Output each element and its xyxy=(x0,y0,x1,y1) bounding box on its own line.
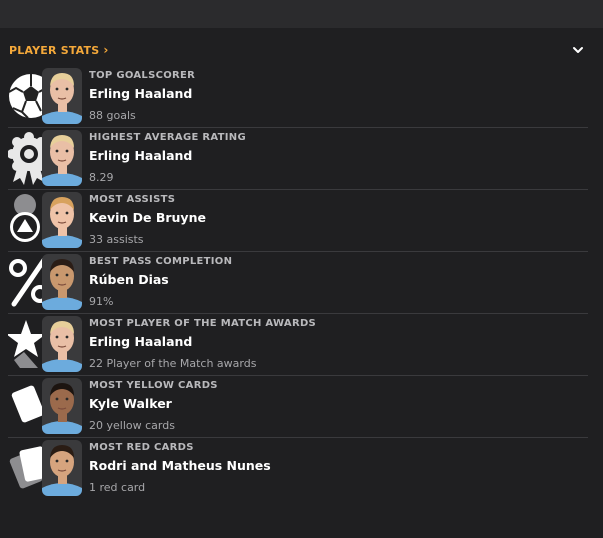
player-photo xyxy=(42,440,82,496)
stat-text: MOST YELLOW CARDS Kyle Walker 20 yellow ca… xyxy=(89,379,588,436)
stat-value: 8.29 xyxy=(89,171,114,184)
stat-text: MOST ASSISTS Kevin De Bruyne 33 assists xyxy=(89,193,588,250)
player-photo xyxy=(42,192,82,248)
stat-value: 88 goals xyxy=(89,109,136,122)
stat-value: 91% xyxy=(89,295,114,308)
stat-value: 20 yellow cards xyxy=(89,419,175,432)
player-photo xyxy=(42,68,82,124)
player-name[interactable]: Erling Haaland xyxy=(89,332,588,352)
stat-row[interactable]: MOST YELLOW CARDS Kyle Walker 20 yellow ca… xyxy=(8,376,588,438)
player-name[interactable]: Kyle Walker xyxy=(89,394,588,414)
top-bar xyxy=(0,0,603,28)
player-name[interactable]: Kevin De Bruyne xyxy=(89,208,588,228)
chevron-down-icon[interactable] xyxy=(571,42,585,56)
stat-label: HIGHEST AVERAGE RATING xyxy=(89,132,246,143)
player-name[interactable]: Rodri and Matheus Nunes xyxy=(89,456,588,476)
player-name[interactable]: Erling Haaland xyxy=(89,146,588,166)
stat-row[interactable]: BEST PASS COMPLETION Rúben Dias 91% xyxy=(8,252,588,314)
stat-row[interactable]: MOST RED CARDS Rodri and Matheus Nunes 1 r… xyxy=(8,438,588,499)
player-name[interactable]: Rúben Dias xyxy=(89,270,588,290)
player-name[interactable]: Erling Haaland xyxy=(89,84,588,104)
player-photo xyxy=(42,254,82,310)
stat-row[interactable]: TOP GOALSCORER Erling Haaland 88 goals xyxy=(8,66,588,128)
player-photo xyxy=(42,130,82,186)
stat-value: 1 red card xyxy=(89,481,146,494)
stat-value: 33 assists xyxy=(89,233,144,246)
stat-value: 22 Player of the Match awards xyxy=(89,357,257,370)
stat-text: TOP GOALSCORER Erling Haaland 88 goals xyxy=(89,69,588,126)
stats-list: TOP GOALSCORER Erling Haaland 88 goals HIGH… xyxy=(6,66,588,499)
stat-label: TOP GOALSCORER xyxy=(89,70,196,81)
stat-text: MOST PLAYER OF THE MATCH AWARDS Erling Ha… xyxy=(89,317,588,374)
player-photo xyxy=(42,378,82,434)
stat-label: MOST YELLOW CARDS xyxy=(89,380,218,391)
stat-text: MOST RED CARDS Rodri and Matheus Nunes 1 r… xyxy=(89,441,588,498)
chevron-right-icon: › xyxy=(103,43,109,57)
stat-label: MOST RED CARDS xyxy=(89,442,194,453)
stat-row[interactable]: MOST ASSISTS Kevin De Bruyne 33 assists xyxy=(8,190,588,252)
stat-text: BEST PASS COMPLETION Rúben Dias 91% xyxy=(89,255,588,312)
player-stats-link[interactable]: PLAYER STATS › xyxy=(9,42,109,58)
stat-label: BEST PASS COMPLETION xyxy=(89,256,233,267)
stat-label: MOST ASSISTS xyxy=(89,194,176,205)
stat-row[interactable]: MOST PLAYER OF THE MATCH AWARDS Erling Ha… xyxy=(6,314,588,376)
stat-label: MOST PLAYER OF THE MATCH AWARDS xyxy=(89,318,317,329)
player-photo xyxy=(42,316,82,372)
player-stats-panel: PLAYER STATS › TOP GOALSCORER Erling Haal… xyxy=(0,28,603,538)
section-title: PLAYER STATS xyxy=(9,43,100,57)
stat-text: HIGHEST AVERAGE RATING Erling Haaland 8.29 xyxy=(89,131,588,188)
stat-row[interactable]: HIGHEST AVERAGE RATING Erling Haaland 8.29 xyxy=(7,128,588,190)
